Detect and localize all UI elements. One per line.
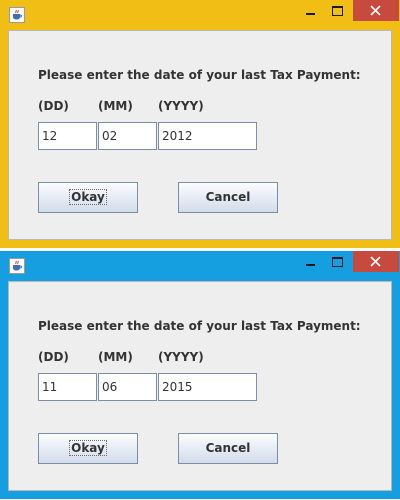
cancel-button-label: Cancel: [205, 441, 251, 455]
prompt-text: Please enter the date of your last Tax P…: [38, 319, 361, 333]
month-input[interactable]: 02: [98, 122, 157, 150]
year-label: (YYYY): [158, 99, 204, 113]
day-input[interactable]: 11: [38, 373, 97, 401]
okay-button-label: Okay: [69, 189, 107, 205]
month-label: (MM): [98, 350, 133, 364]
close-icon[interactable]: [353, 0, 399, 21]
cancel-button[interactable]: Cancel: [178, 433, 278, 464]
title-bar[interactable]: [0, 0, 400, 30]
day-label: (DD): [38, 350, 69, 364]
cancel-button[interactable]: Cancel: [178, 182, 278, 213]
maximize-icon[interactable]: [326, 0, 352, 22]
prompt-text: Please enter the date of your last Tax P…: [38, 68, 361, 82]
okay-button-label: Okay: [69, 440, 107, 456]
maximize-icon[interactable]: [326, 251, 352, 273]
minimize-icon[interactable]: [298, 251, 326, 273]
title-bar[interactable]: [0, 251, 400, 281]
java-cup-icon[interactable]: [9, 7, 25, 23]
dialog-content: Please enter the date of your last Tax P…: [8, 281, 392, 491]
java-cup-icon[interactable]: [9, 258, 25, 274]
dialog-content: Please enter the date of your last Tax P…: [8, 30, 392, 240]
year-input[interactable]: 2015: [158, 373, 257, 401]
day-label: (DD): [38, 99, 69, 113]
dialog-window-2: Please enter the date of your last Tax P…: [0, 251, 400, 499]
month-input[interactable]: 06: [98, 373, 157, 401]
okay-button[interactable]: Okay: [38, 433, 138, 464]
month-label: (MM): [98, 99, 133, 113]
year-input[interactable]: 2012: [158, 122, 257, 150]
cancel-button-label: Cancel: [205, 190, 251, 204]
day-input[interactable]: 12: [38, 122, 97, 150]
year-label: (YYYY): [158, 350, 204, 364]
minimize-icon[interactable]: [298, 0, 326, 22]
dialog-window-1: Please enter the date of your last Tax P…: [0, 0, 400, 248]
okay-button[interactable]: Okay: [38, 182, 138, 213]
close-icon[interactable]: [353, 251, 399, 272]
